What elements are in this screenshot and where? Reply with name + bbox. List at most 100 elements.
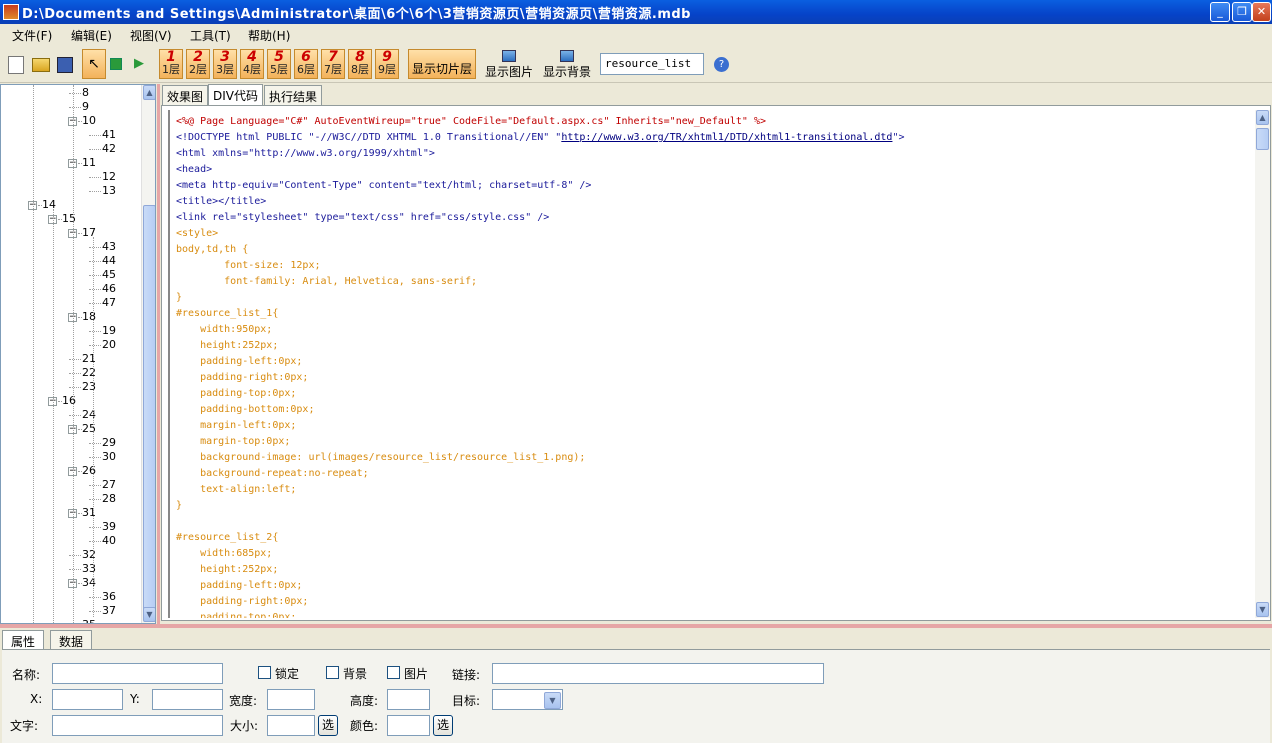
tree-connector xyxy=(89,135,101,136)
restore-button[interactable]: ❐ xyxy=(1232,2,1252,22)
tree-node[interactable]: 28 xyxy=(102,492,116,505)
code-scrollbar[interactable]: ▲ ▼ xyxy=(1255,110,1270,618)
image-icon xyxy=(502,50,516,62)
tree-scrollbar[interactable]: ▲ ▼ xyxy=(141,85,155,623)
layer-7-button[interactable]: 7 7层 xyxy=(321,49,345,79)
layer-3-button[interactable]: 3 3层 xyxy=(213,49,237,79)
tab-properties[interactable]: 属性 xyxy=(2,630,45,650)
tab-preview[interactable]: 效果图 xyxy=(162,85,209,105)
tree-connector xyxy=(69,569,81,570)
stop-icon[interactable] xyxy=(110,58,122,70)
tree-node[interactable]: 13 xyxy=(102,184,116,197)
code-line: <%@ Page Language="C#" AutoEventWireup="… xyxy=(176,116,767,127)
show-image-button[interactable]: 显示图片 xyxy=(485,50,533,80)
vertical-splitter[interactable] xyxy=(157,84,160,626)
tab-div-code[interactable]: DIV代码 xyxy=(208,84,263,105)
tree-node[interactable]: 10 xyxy=(82,114,96,127)
layer-5-button[interactable]: 5 5层 xyxy=(267,49,291,79)
tree-connector xyxy=(69,415,81,416)
layer-8-button[interactable]: 8 8层 xyxy=(348,49,372,79)
color-label: 颜色: xyxy=(350,719,379,733)
pointer-tool-icon[interactable]: ↖ xyxy=(82,49,106,79)
tree-node[interactable]: 30 xyxy=(102,450,116,463)
menu-view[interactable]: 视图(V) xyxy=(130,27,172,44)
run-icon[interactable]: ▶ xyxy=(134,56,144,72)
code-scroll-thumb[interactable] xyxy=(1256,128,1269,150)
tree-scroll-thumb[interactable] xyxy=(143,205,155,615)
tree-scroll-up[interactable]: ▲ xyxy=(143,85,155,100)
code-line: padding-top:0px; xyxy=(176,388,297,399)
code-editor[interactable]: <%@ Page Language="C#" AutoEventWireup="… xyxy=(161,105,1271,621)
tree-node[interactable]: 12 xyxy=(102,170,116,183)
name-input[interactable] xyxy=(52,663,223,684)
tree-node[interactable]: 27 xyxy=(102,478,116,491)
layer-9-button[interactable]: 9 9层 xyxy=(375,49,399,79)
text-label: 文字: xyxy=(10,719,39,733)
tree-node[interactable]: 45 xyxy=(102,268,116,281)
tree-node[interactable]: 40 xyxy=(102,534,116,547)
help-icon[interactable]: ? xyxy=(714,57,729,72)
width-input[interactable] xyxy=(267,689,315,710)
tab-data[interactable]: 数据 xyxy=(50,630,93,650)
tree-node[interactable]: 44 xyxy=(102,254,116,267)
height-input[interactable] xyxy=(387,689,430,710)
size-select-button[interactable]: 选 xyxy=(318,715,338,736)
code-line: text-align:left; xyxy=(176,484,297,495)
y-label: Y: xyxy=(130,692,140,706)
tree-scroll-down[interactable]: ▼ xyxy=(143,607,155,622)
tree-node[interactable]: 11 xyxy=(82,156,96,169)
layer-2-button[interactable]: 2 2层 xyxy=(186,49,210,79)
tree-node[interactable]: 9 xyxy=(82,100,89,113)
background-label: 背景 xyxy=(343,667,368,681)
menu-file[interactable]: 文件(F) xyxy=(12,27,52,44)
tree-node[interactable]: 19 xyxy=(102,324,116,337)
y-input[interactable] xyxy=(152,689,223,710)
code-scroll-down[interactable]: ▼ xyxy=(1256,602,1269,617)
link-input[interactable] xyxy=(492,663,824,684)
tree-connector xyxy=(89,443,101,444)
tree-node[interactable]: 46 xyxy=(102,282,116,295)
target-select[interactable]: ▼ xyxy=(492,689,563,710)
x-input[interactable] xyxy=(52,689,123,710)
menu-tools[interactable]: 工具(T) xyxy=(190,27,231,44)
tree-node[interactable]: 29 xyxy=(102,436,116,449)
tree-node[interactable]: 43 xyxy=(102,240,116,253)
layer-6-button[interactable]: 6 6层 xyxy=(294,49,318,79)
tree-node[interactable]: 41 xyxy=(102,128,116,141)
tree-connector xyxy=(89,177,101,178)
menu-edit[interactable]: 编辑(E) xyxy=(71,27,112,44)
code-scroll-up[interactable]: ▲ xyxy=(1256,110,1269,125)
save-icon[interactable] xyxy=(57,57,73,73)
tree-node[interactable]: 42 xyxy=(102,142,116,155)
new-file-icon[interactable] xyxy=(8,56,24,74)
tree-node[interactable]: 36 xyxy=(102,590,116,603)
tree-node[interactable]: 39 xyxy=(102,520,116,533)
tree-node[interactable]: 20 xyxy=(102,338,116,351)
layer-4-button[interactable]: 4 4层 xyxy=(240,49,264,79)
open-folder-icon[interactable] xyxy=(32,58,50,72)
layer-1-button[interactable]: 1 1层 xyxy=(159,49,183,79)
tree-node[interactable]: 37 xyxy=(102,604,116,617)
show-background-button[interactable]: 显示背景 xyxy=(543,50,591,80)
image-checkbox[interactable] xyxy=(387,666,400,679)
element-name-input[interactable]: resource_list xyxy=(600,53,704,75)
close-button[interactable]: ✕ xyxy=(1252,2,1271,22)
size-input[interactable] xyxy=(267,715,315,736)
code-line: #resource_list_1{ xyxy=(176,308,279,319)
code-line: padding-right:0px; xyxy=(176,372,309,383)
color-select-button[interactable]: 选 xyxy=(433,715,453,736)
color-input[interactable] xyxy=(387,715,430,736)
layer-tree[interactable]: 8 9−10 41 42−11 12 13−14−15−17 43 44 45 46 47−18 19… xyxy=(0,84,156,624)
lock-checkbox[interactable] xyxy=(258,666,271,679)
background-checkbox[interactable] xyxy=(326,666,339,679)
dtd-link[interactable]: http://www.w3.org/TR/xhtml1/DTD/xhtml1-t… xyxy=(561,132,892,143)
show-slice-layer-button[interactable]: 显示切片层 xyxy=(408,49,477,79)
text-input[interactable] xyxy=(52,715,223,736)
size-label: 大小: xyxy=(230,719,259,733)
chevron-down-icon[interactable]: ▼ xyxy=(544,692,561,709)
minimize-button[interactable]: _ xyxy=(1210,2,1230,22)
tab-execution-result[interactable]: 执行结果 xyxy=(264,85,323,105)
tree-node[interactable]: 47 xyxy=(102,296,116,309)
tree-node[interactable]: 8 xyxy=(82,86,89,99)
menu-help[interactable]: 帮助(H) xyxy=(248,27,290,44)
